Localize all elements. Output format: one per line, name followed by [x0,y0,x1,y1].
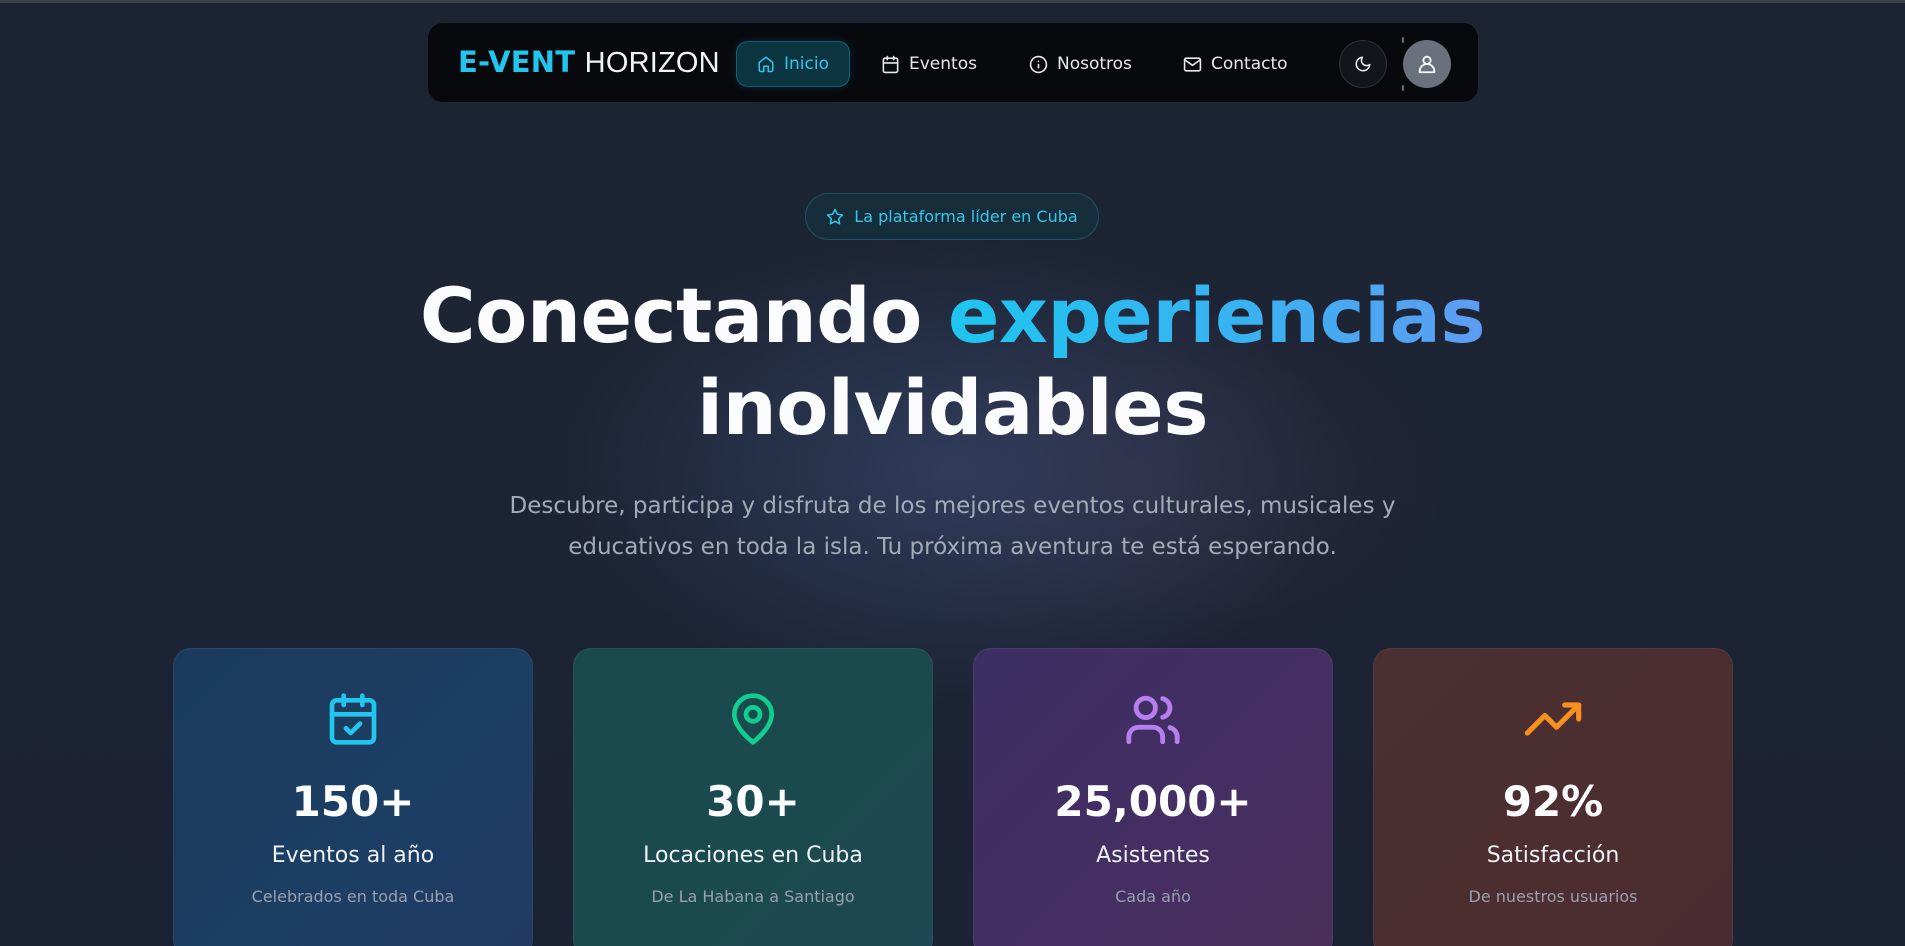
stat-card-attendees: 25,000+ Asistentes Cada año [973,648,1333,946]
user-avatar-button[interactable] [1403,40,1451,88]
headline-highlight: experiencias [947,271,1486,360]
nav-item-eventos[interactable]: Eventos [881,41,977,87]
headline-part2: inolvidables [697,363,1208,452]
hero-headline: Conectando experiencias inolvidables [0,270,1905,454]
moon-icon [1355,56,1371,72]
calendar-icon [882,55,899,73]
hero-badge-label: La plataforma líder en Cuba [854,207,1078,226]
mail-icon [1183,56,1202,72]
calendar-check-icon [329,693,377,745]
subtitle-line1: Descubre, participa y disfruta de los me… [509,493,1396,519]
nav-item-nosotros[interactable]: Nosotros [1029,41,1132,87]
info-icon [1029,55,1048,73]
nav-item-label: Eventos [909,54,977,74]
map-pin-icon [732,693,774,745]
stat-card-locations: 30+ Locaciones en Cuba De La Habana a Sa… [573,648,933,946]
stat-description: Cada año [1115,887,1191,906]
nav-item-label: Contacto [1211,54,1288,74]
subtitle-line2: educativos en toda la isla. Tu próxima a… [568,534,1337,560]
brand-logo[interactable]: E-VENT HORIZON [458,45,720,80]
stat-value: 25,000+ [1054,777,1252,826]
nav-item-label: Nosotros [1057,54,1132,74]
hero-subtitle: Descubre, participa y disfruta de los me… [0,486,1905,568]
stat-value: 150+ [291,777,415,826]
nav-item-inicio[interactable]: Inicio [736,41,850,87]
brand-part1: E-VENT [458,45,576,79]
stat-label: Locaciones en Cuba [643,843,863,868]
nav-item-label: Inicio [784,54,829,74]
stat-value: 30+ [706,777,800,826]
divider-tick [1402,85,1404,91]
star-icon [827,208,844,225]
users-icon [1126,695,1180,745]
stat-description: De nuestros usuarios [1468,887,1638,906]
stat-label: Satisfacción [1486,843,1620,868]
stat-description: De La Habana a Santiago [651,887,855,906]
headline-part1: Conectando [419,271,948,360]
stat-label: Asistentes [1096,843,1210,868]
hero-badge: La plataforma líder en Cuba [805,193,1099,240]
user-icon [1418,55,1436,74]
stat-card-satisfaction: 92% Satisfacción De nuestros usuarios [1373,648,1733,946]
stat-value: 92% [1502,777,1604,826]
divider-tick [1402,37,1404,43]
trending-up-icon [1524,702,1582,736]
stat-description: Celebrados en toda Cuba [251,887,455,906]
theme-toggle-button[interactable] [1339,40,1387,88]
window-top-border [0,0,1905,3]
home-icon [758,56,774,73]
brand-part2: HORIZON [584,47,720,79]
stat-card-events: 150+ Eventos al año Celebrados en toda C… [173,648,533,946]
stat-label: Eventos al año [271,843,435,868]
nav-item-contacto[interactable]: Contacto [1183,41,1288,87]
navbar: E-VENT HORIZON Inicio Eventos Nosotros C… [427,22,1479,103]
